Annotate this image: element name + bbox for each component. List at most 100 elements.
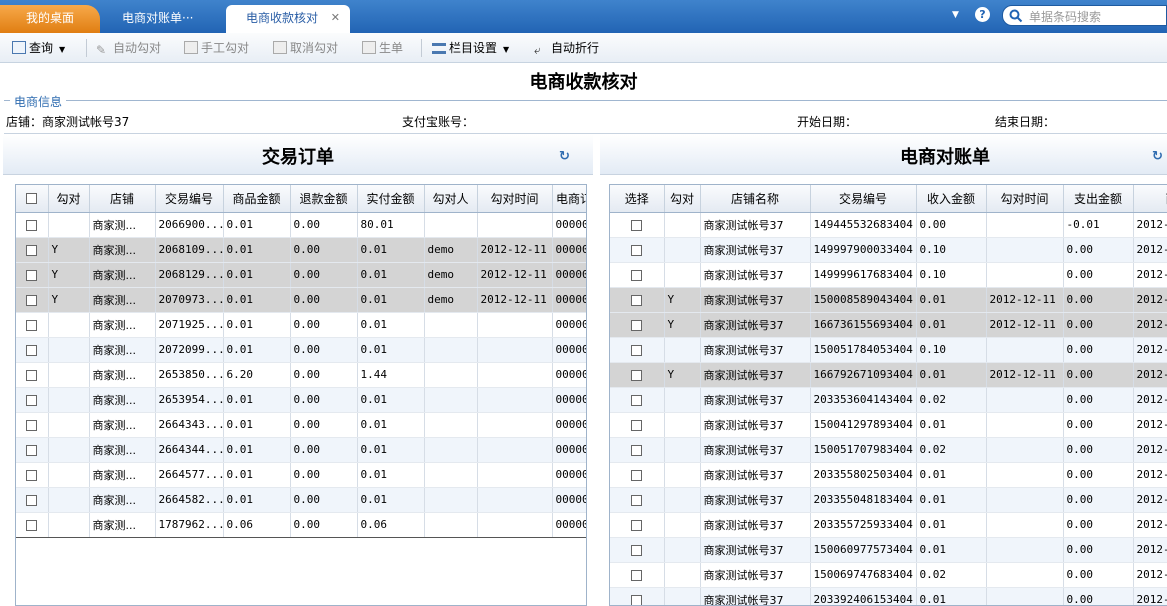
col-expense-amount[interactable]: 支出金额	[1063, 185, 1134, 213]
table-row[interactable]: 商家测试帐号37 203353604143404 0.02 0.00 2012-	[610, 387, 1167, 413]
row-checkbox[interactable]	[16, 437, 49, 463]
tab-payment-check[interactable]: 电商收款核对 ✕	[226, 5, 350, 33]
table-row[interactable]: Y 商家测... 2068109... 0.01 0.00 0.01 demo 2012-12…	[16, 237, 586, 263]
page-title: 电商收款核对	[529, 72, 638, 93]
col-goods-amount[interactable]: 商品金额	[223, 185, 291, 213]
table-row[interactable]: 商家测... 2664582... 0.01 0.00 0.01 00000	[16, 487, 586, 513]
col-check-time[interactable]: 勾对时间	[477, 185, 553, 213]
table-row[interactable]: 商家测试帐号37 150051707983404 0.02 0.00 2012-	[610, 437, 1167, 463]
row-checkbox[interactable]	[610, 287, 665, 313]
row-checkbox[interactable]	[610, 537, 665, 563]
cell-refund-amount: 0.00	[290, 412, 358, 438]
cell-refund-amount: 0.00	[290, 462, 358, 488]
row-checkbox[interactable]	[16, 412, 49, 438]
table-row[interactable]: 商家测... 2664344... 0.01 0.00 0.01 00000	[16, 437, 586, 463]
help-icon[interactable]: ?	[975, 7, 990, 22]
row-checkbox[interactable]	[16, 387, 49, 413]
close-icon[interactable]: ✕	[331, 5, 340, 31]
auto-wrap-button[interactable]: ⤶ 自动折行	[534, 40, 599, 57]
row-checkbox[interactable]	[16, 237, 49, 263]
cell-date: 2012-	[1133, 587, 1167, 605]
table-row[interactable]: 商家测... 2066900... 0.01 0.00 80.01 00000	[16, 212, 586, 238]
table-row[interactable]: 商家测试帐号37 203355048183404 0.01 0.00 2012-	[610, 487, 1167, 513]
col-check-time[interactable]: 勾对时间	[986, 185, 1064, 213]
select-all-checkbox[interactable]	[16, 185, 49, 213]
table-row[interactable]: 商家测试帐号37 150041297893404 0.01 0.00 2012-	[610, 412, 1167, 438]
row-checkbox[interactable]	[610, 387, 665, 413]
row-checkbox[interactable]	[610, 312, 665, 338]
cancel-check-button[interactable]: 取消勾对	[273, 40, 338, 56]
table-row[interactable]: 商家测... 2664577... 0.01 0.00 0.01 00000	[16, 462, 586, 488]
col-select[interactable]: 选择	[610, 185, 665, 213]
table-row[interactable]: 商家测... 2664343... 0.01 0.00 0.01 00000	[16, 412, 586, 438]
col-paid-amount[interactable]: 实付金额	[357, 185, 425, 213]
column-settings-button[interactable]: 栏目设置 ▼	[432, 40, 509, 56]
table-row[interactable]: 商家测... 2653850... 6.20 0.00 1.44 00000	[16, 362, 586, 388]
row-checkbox[interactable]	[610, 487, 665, 513]
table-row[interactable]: Y 商家测... 2070973... 0.01 0.00 0.01 demo 2012-12…	[16, 287, 586, 313]
table-row[interactable]: 商家测试帐号37 150060977573404 0.01 0.00 2012-	[610, 537, 1167, 563]
table-row[interactable]: 商家测... 2072099... 0.01 0.00 0.01 00000	[16, 337, 586, 363]
table-row[interactable]: Y 商家测试帐号37 166792671093404 0.01 2012-12-11 0.…	[610, 362, 1167, 388]
row-checkbox[interactable]	[610, 512, 665, 538]
cell-goods-amount: 0.01	[223, 462, 291, 488]
refresh-icon[interactable]: ↻	[1152, 149, 1163, 164]
row-checkbox[interactable]	[610, 212, 665, 238]
row-checkbox[interactable]	[16, 212, 49, 238]
table-row[interactable]: 商家测试帐号37 150069747683404 0.02 0.00 2012-	[610, 562, 1167, 588]
chevron-down-icon[interactable]: ▼	[503, 45, 509, 54]
table-row[interactable]: 商家测... 1787962... 0.06 0.00 0.06 00000	[16, 512, 586, 538]
chevron-down-icon[interactable]: ▼	[59, 45, 65, 54]
col-checker[interactable]: 勾对人	[424, 185, 478, 213]
col-store-name[interactable]: 店铺名称	[700, 185, 811, 213]
table-row[interactable]: 商家测... 2653954... 0.01 0.00 0.01 00000	[16, 387, 586, 413]
table-row[interactable]: 商家测试帐号37 149999617683404 0.10 0.00 2012-	[610, 262, 1167, 288]
col-trade-no[interactable]: 交易编号	[810, 185, 917, 213]
refresh-icon[interactable]: ↻	[559, 149, 570, 164]
table-row[interactable]: 商家测试帐号37 203392406153404 0.01 0.00 2012-	[610, 587, 1167, 605]
row-checkbox[interactable]	[16, 287, 49, 313]
table-row[interactable]: 商家测... 2071925... 0.01 0.00 0.01 00000	[16, 312, 586, 338]
table-row[interactable]: 商家测试帐号37 149997900033404 0.10 0.00 2012-	[610, 237, 1167, 263]
table-row[interactable]: 商家测试帐号37 203355725933404 0.01 0.00 2012-	[610, 512, 1167, 538]
row-checkbox[interactable]	[610, 562, 665, 588]
col-check[interactable]: 勾对	[664, 185, 701, 213]
row-checkbox[interactable]	[610, 337, 665, 363]
table-row[interactable]: Y 商家测试帐号37 150008589043404 0.01 2012-12-11 0.…	[610, 287, 1167, 313]
row-checkbox[interactable]	[610, 587, 665, 605]
tab-ecommerce-statement[interactable]: 电商对账单···	[102, 5, 220, 33]
col-trade-no[interactable]: 交易编号	[155, 185, 224, 213]
col-check[interactable]: 勾对	[48, 185, 90, 213]
col-order-no[interactable]: 电商订	[552, 185, 586, 213]
row-checkbox[interactable]	[16, 262, 49, 288]
generate-order-button[interactable]: 生单	[362, 40, 403, 56]
col-store[interactable]: 店铺	[89, 185, 156, 213]
auto-check-button[interactable]: ✎ 自动勾对	[96, 40, 161, 57]
row-checkbox[interactable]	[16, 337, 49, 363]
query-button[interactable]: 查询 ▼	[12, 40, 65, 56]
barcode-search[interactable]: 单据条码搜索	[1002, 5, 1167, 26]
tab-desktop[interactable]: 我的桌面	[0, 5, 100, 33]
row-checkbox[interactable]	[16, 312, 49, 338]
row-checkbox[interactable]	[610, 262, 665, 288]
row-checkbox[interactable]	[610, 237, 665, 263]
row-checkbox[interactable]	[610, 437, 665, 463]
col-date[interactable]: 西	[1133, 185, 1167, 213]
dropdown-arrow-icon[interactable]: ▼	[952, 10, 959, 20]
row-checkbox[interactable]	[610, 412, 665, 438]
row-checkbox[interactable]	[610, 462, 665, 488]
row-checkbox[interactable]	[16, 362, 49, 388]
row-checkbox[interactable]	[16, 512, 49, 538]
row-checkbox[interactable]	[16, 462, 49, 488]
col-income-amount[interactable]: 收入金额	[916, 185, 987, 213]
row-checkbox[interactable]	[16, 487, 49, 513]
table-row[interactable]: 商家测试帐号37 149445532683404 0.00 -0.01 2012-	[610, 212, 1167, 238]
table-row[interactable]: 商家测试帐号37 203355802503404 0.01 0.00 2012-	[610, 462, 1167, 488]
row-checkbox[interactable]	[610, 362, 665, 388]
col-refund-amount[interactable]: 退款金额	[290, 185, 358, 213]
table-row[interactable]: Y 商家测... 2068129... 0.01 0.00 0.01 demo 2012-12…	[16, 262, 586, 288]
table-row[interactable]: 商家测试帐号37 150051784053404 0.10 0.00 2012-	[610, 337, 1167, 363]
manual-check-button[interactable]: 手工勾对	[184, 40, 249, 56]
cell-store-name: 商家测试帐号37	[700, 287, 811, 313]
table-row[interactable]: Y 商家测试帐号37 166736155693404 0.01 2012-12-11 0.…	[610, 312, 1167, 338]
